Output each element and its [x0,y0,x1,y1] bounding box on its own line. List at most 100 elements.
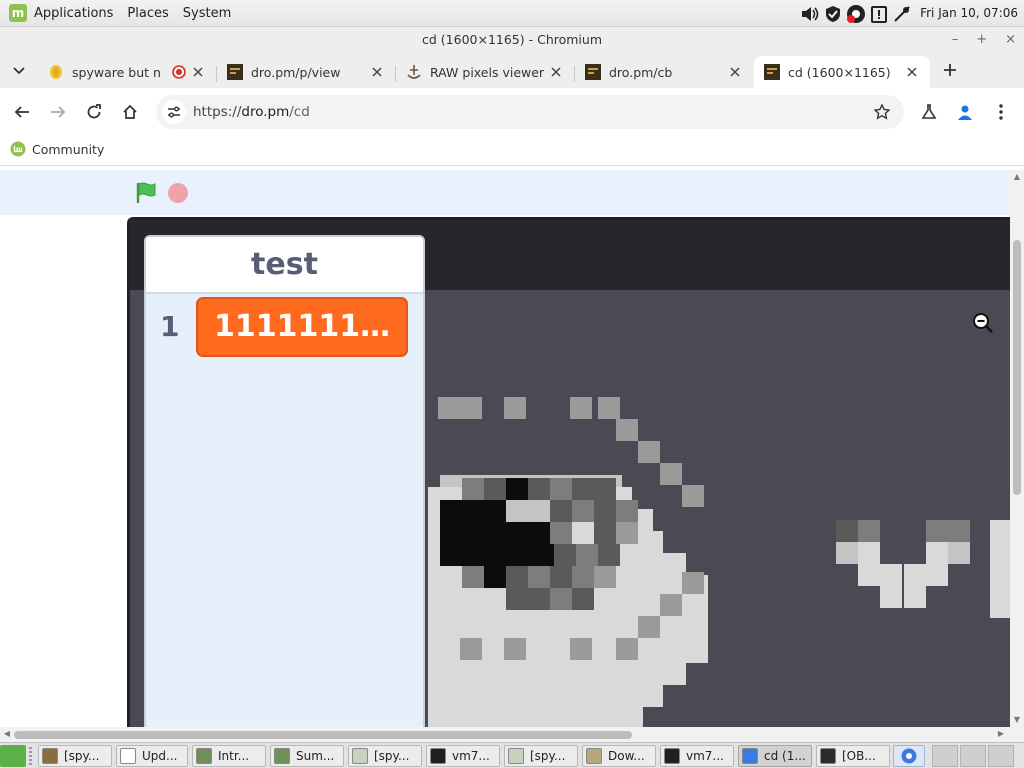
tab-title: dro.pm/cb [609,64,673,80]
bookmark-star-icon[interactable] [872,102,892,122]
sprite-pixel [550,588,572,610]
horizontal-scroll-thumb[interactable] [14,731,632,739]
list-item-value[interactable]: 111111111... [196,297,408,357]
forward-button[interactable] [44,98,72,126]
sprite-pixel [926,520,948,542]
labs-button[interactable] [915,98,943,126]
tab-close-icon[interactable] [548,64,564,80]
workspace-1[interactable] [932,745,958,767]
green-flag-icon[interactable] [135,182,159,204]
close-icon[interactable]: × [1005,32,1016,47]
home-button[interactable] [116,98,144,126]
maximize-icon[interactable]: + [976,32,987,47]
taskbar-task[interactable]: [spy... [504,745,578,767]
horizontal-scrollbar[interactable]: ◀ ▶ [0,727,1024,742]
terminal-icon [430,748,446,764]
taskbar-task-label: cd (1... [764,749,806,763]
network-icon[interactable] [892,4,912,23]
home-icon [123,104,137,119]
sprite-pixel [438,397,460,419]
sprite-pixel [504,397,526,419]
taskbar-task[interactable]: [spy... [38,745,112,767]
scroll-right-icon[interactable]: ▶ [996,729,1006,739]
menu-button[interactable] [987,98,1015,126]
taskbar-task[interactable]: Dow... [582,745,656,767]
sprite-pixel [506,566,528,588]
sprite-pixel [428,685,663,707]
scroll-left-icon[interactable]: ◀ [2,729,12,739]
workspace-3[interactable] [988,745,1014,767]
workspace-2[interactable] [960,745,986,767]
tab-close-icon[interactable] [727,64,743,80]
menu-places[interactable]: Places [127,6,168,21]
mint-menu-icon[interactable]: m [9,4,27,22]
tab-dro-view[interactable]: dro.pm/p/view [217,56,395,88]
vertical-scrollbar[interactable]: ▲ ▼ [1010,170,1024,727]
site-info-button[interactable] [162,100,186,124]
scroll-down-icon[interactable]: ▼ [1012,715,1022,725]
scroll-up-icon[interactable]: ▲ [1012,172,1022,182]
taskbar-task[interactable]: [spy... [348,745,422,767]
shield-icon[interactable] [823,4,843,23]
tab-cd-active[interactable]: cd (1600×1165) [754,56,930,88]
sprite-pixel [594,566,616,588]
tab-close-icon[interactable] [369,64,385,80]
menu-applications[interactable]: Applications [34,6,113,21]
tab-dro-cb[interactable]: dro.pm/cb [575,56,753,88]
bookmark-community[interactable]: Community [10,141,104,157]
dro-icon [764,64,780,80]
vertical-scroll-thumb[interactable] [1013,240,1021,495]
url-text[interactable]: https://dro.pm/cd [193,104,310,120]
sprite-pixel [572,478,594,500]
tab-raw-pixels[interactable]: RAW pixels viewer [396,56,574,88]
show-desktop-button[interactable] [0,745,26,767]
sprite-pixel [616,522,638,544]
taskbar-task[interactable]: vm7... [660,745,734,767]
sprite-pixel [638,616,660,638]
back-button[interactable] [8,98,36,126]
zoom-out-icon[interactable] [972,312,994,334]
sprite-pixel [550,500,572,522]
sprite-pixel [904,564,926,586]
kebab-menu-icon [999,104,1003,120]
reload-button[interactable] [80,98,108,126]
sprite-pixel [484,566,506,588]
sprite-pixel [428,707,643,727]
taskbar-task-label: vm7... [452,749,490,763]
stop-button[interactable] [168,183,188,203]
taskbar-task[interactable]: Intr... [192,745,266,767]
list-monitor[interactable]: test 1 111111111... [144,235,425,727]
menu-system[interactable]: System [183,6,231,21]
taskbar-task[interactable]: Sum... [270,745,344,767]
clock[interactable]: Fri Jan 10, 07:06 [920,6,1018,20]
sprite-pixel [948,542,970,564]
list-item[interactable]: 1 111111111... [146,294,423,364]
obs-icon [820,748,836,764]
address-bar[interactable]: https://dro.pm/cd [156,95,904,129]
taskbar-task[interactable]: vm7... [426,745,500,767]
sprite-pixel [594,500,616,522]
sprite-pixel [858,542,880,564]
taskbar-task[interactable]: Upd... [116,745,188,767]
bookmark-label: Community [32,141,105,157]
tab-title: RAW pixels viewer [430,64,544,80]
tab-search-button[interactable] [6,58,32,84]
taskbar-task[interactable]: cd (1... [738,745,812,767]
update-icon[interactable] [869,4,889,23]
chromium-icon [742,748,758,764]
tab-close-icon[interactable] [190,64,206,80]
new-tab-button[interactable] [937,57,963,83]
chevron-down-icon [13,67,25,75]
taskbar-task[interactable]: [OB... [816,745,890,767]
tab-spyware[interactable]: spyware but n [38,56,216,88]
update-icon [196,748,212,764]
profile-button[interactable] [951,98,979,126]
tab-close-icon[interactable] [904,64,920,80]
volume-icon[interactable] [800,4,820,23]
minimize-icon[interactable]: – [952,32,959,47]
chromium-launcher-icon[interactable] [893,745,925,767]
list-title: test [146,237,423,294]
sprite-pixel [506,478,530,500]
sprite-pixel [528,478,550,500]
obs-icon[interactable] [846,4,866,23]
